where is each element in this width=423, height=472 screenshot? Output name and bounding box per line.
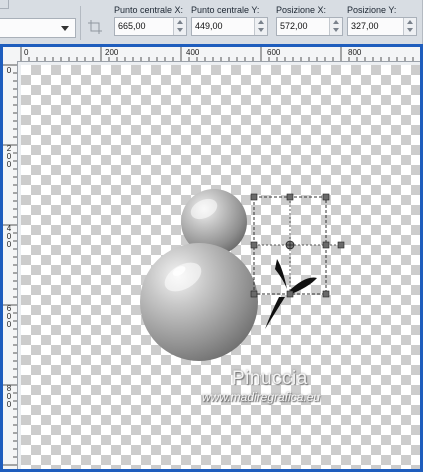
ruler-label: 0 bbox=[24, 48, 29, 57]
chevron-down-icon[interactable] bbox=[61, 26, 69, 31]
ruler-label: 800 bbox=[348, 48, 362, 57]
image-window: 0 200 400 600 800 0 200 400 600 800 Pinu… bbox=[0, 44, 423, 472]
reset-icon[interactable] bbox=[88, 20, 102, 34]
ruler-label: 200 bbox=[105, 48, 119, 57]
ruler-label: 600 bbox=[267, 48, 281, 57]
watermark-url: www.madiregrafica.eu bbox=[202, 390, 321, 404]
resize-handle[interactable] bbox=[337, 241, 345, 249]
center-x-spinner[interactable] bbox=[173, 18, 186, 35]
resize-handle[interactable] bbox=[322, 241, 330, 249]
toolbar-separator bbox=[80, 6, 81, 40]
position-x-input[interactable]: 572,00 bbox=[276, 17, 343, 36]
horizontal-ruler: 0 200 400 600 800 bbox=[3, 47, 420, 62]
spin-up-icon[interactable] bbox=[333, 20, 339, 24]
ruler-label: 800 bbox=[6, 384, 12, 409]
watermark-name: Pinuccia bbox=[232, 368, 308, 389]
toolbar-grip bbox=[0, 0, 9, 9]
image-window-content: 0 200 400 600 800 0 200 400 600 800 Pinu… bbox=[3, 47, 420, 469]
position-y-input[interactable]: 327,00 bbox=[347, 17, 417, 36]
position-x-spinner[interactable] bbox=[329, 18, 342, 35]
presets-dropdown[interactable] bbox=[0, 18, 76, 38]
spin-down-icon[interactable] bbox=[177, 28, 183, 32]
spin-up-icon[interactable] bbox=[258, 20, 264, 24]
center-y-value[interactable]: 449,00 bbox=[195, 21, 223, 31]
ruler-label: 0 bbox=[6, 66, 12, 75]
ruler-label: 400 bbox=[6, 224, 12, 249]
position-x-label: Posizione X: bbox=[276, 5, 327, 15]
tool-options-bar: Punto centrale X: 665,00 Punto centrale … bbox=[0, 0, 423, 45]
spin-down-icon[interactable] bbox=[407, 28, 413, 32]
center-x-input[interactable]: 665,00 bbox=[114, 17, 187, 36]
spin-up-icon[interactable] bbox=[407, 20, 413, 24]
deform-selection-box[interactable] bbox=[250, 193, 345, 298]
vertical-ruler: 0 200 400 600 800 bbox=[3, 61, 18, 469]
resize-handle[interactable] bbox=[250, 193, 258, 201]
spin-up-icon[interactable] bbox=[177, 20, 183, 24]
ruler-label: 400 bbox=[186, 48, 200, 57]
ruler-label: 600 bbox=[6, 304, 12, 329]
ruler-label: 200 bbox=[6, 144, 12, 169]
resize-handle[interactable] bbox=[250, 241, 258, 249]
spin-down-icon[interactable] bbox=[258, 28, 264, 32]
center-x-value[interactable]: 665,00 bbox=[118, 21, 146, 31]
resize-handle[interactable] bbox=[286, 290, 294, 298]
image-canvas[interactable]: Pinuccia www.madiregrafica.eu bbox=[21, 65, 420, 469]
position-y-label: Posizione Y: bbox=[347, 5, 397, 15]
canvas-artwork[interactable] bbox=[21, 65, 420, 469]
center-y-label: Punto centrale Y: bbox=[191, 5, 260, 15]
position-y-spinner[interactable] bbox=[403, 18, 416, 35]
resize-handle[interactable] bbox=[286, 193, 294, 201]
center-y-spinner[interactable] bbox=[254, 18, 267, 35]
center-y-input[interactable]: 449,00 bbox=[191, 17, 268, 36]
position-y-value[interactable]: 327,00 bbox=[351, 21, 379, 31]
position-x-value[interactable]: 572,00 bbox=[280, 21, 308, 31]
spin-down-icon[interactable] bbox=[333, 28, 339, 32]
resize-handle[interactable] bbox=[322, 290, 330, 298]
center-x-label: Punto centrale X: bbox=[114, 5, 184, 15]
large-sphere bbox=[140, 243, 258, 361]
resize-handle[interactable] bbox=[322, 193, 330, 201]
resize-handle[interactable] bbox=[250, 290, 258, 298]
